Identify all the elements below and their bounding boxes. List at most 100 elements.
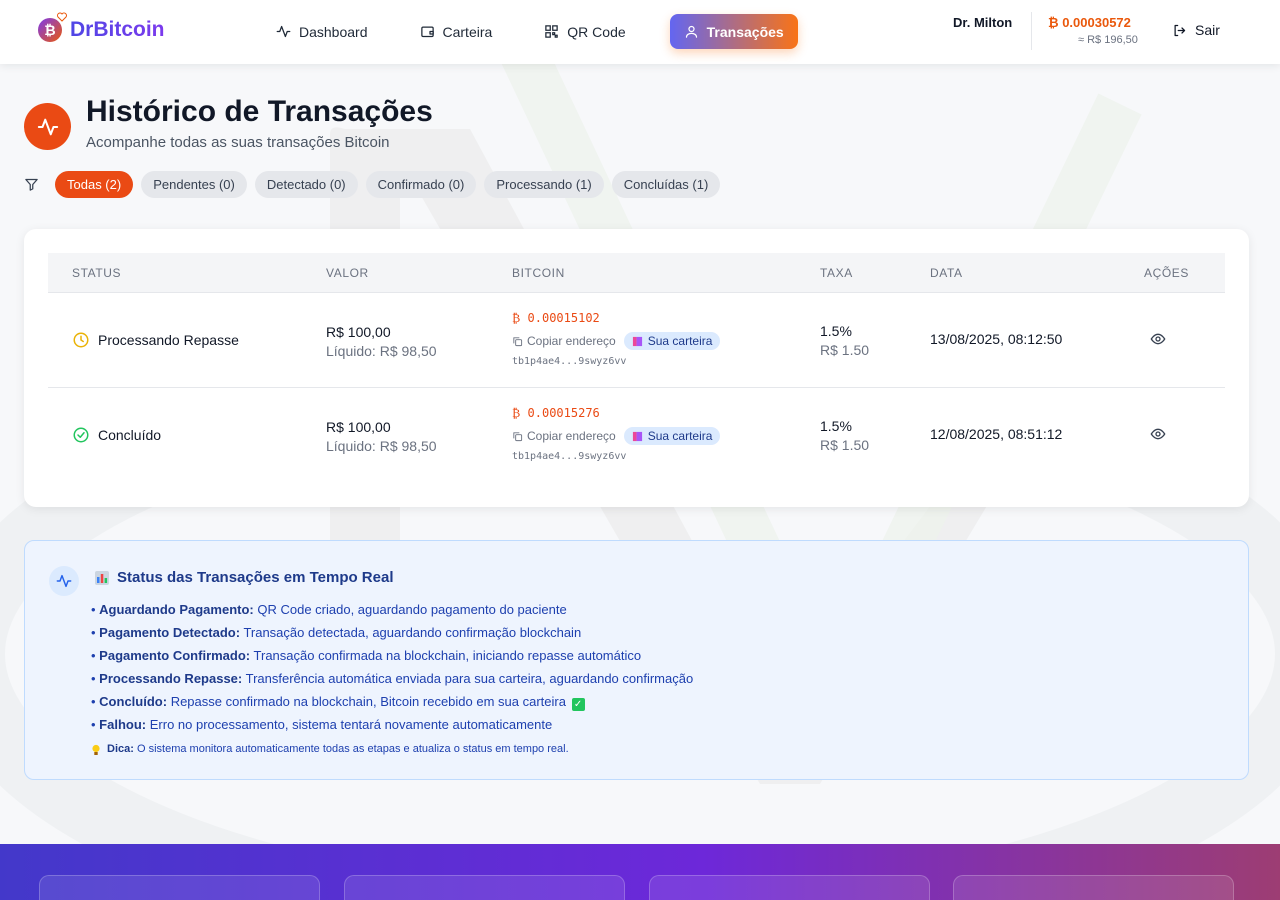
copy-icon — [513, 336, 523, 346]
info-activity-icon — [49, 566, 79, 596]
eye-icon — [1150, 333, 1166, 345]
data-cell: 13/08/2025, 08:12:50 — [930, 331, 1063, 347]
nav-qr-code[interactable]: QR Code — [530, 14, 639, 49]
filter-processando[interactable]: Processando (1) — [484, 171, 604, 198]
filter-confirmado[interactable]: Confirmado (0) — [365, 171, 477, 198]
btc-amount: ₿ 0.00015102 — [512, 311, 600, 325]
valor-amount: R$ 100,00 — [326, 324, 391, 340]
copy-address-label: Copiar endereço — [527, 429, 616, 443]
copy-address-label: Copiar endereço — [527, 334, 616, 348]
list-item-label: Processando Repasse: — [99, 671, 243, 686]
lightbulb-icon — [92, 744, 100, 755]
header-valor: VALOR — [326, 265, 369, 280]
header-divider — [1031, 12, 1032, 50]
copy-icon — [513, 431, 523, 441]
list-item-label: Concluído: — [99, 694, 168, 709]
bar-chart-icon — [95, 570, 109, 585]
page-activity-icon — [24, 103, 71, 150]
view-details-button[interactable] — [1150, 331, 1166, 352]
taxa-pct: 1.5% — [820, 418, 852, 434]
transactions-card: STATUS VALOR BITCOIN TAXA DATA AÇÕES Pro… — [24, 229, 1249, 507]
copy-address-button[interactable]: Copiar endereço — [512, 429, 616, 443]
nav-dashboard[interactable]: Dashboard — [262, 14, 382, 49]
nav-transacoes[interactable]: Transações — [669, 14, 798, 49]
transactions-table: STATUS VALOR BITCOIN TAXA DATA AÇÕES Pro… — [48, 253, 1225, 483]
valor-liquido: Líquido: R$ 98,50 — [326, 438, 437, 454]
nav-carteira[interactable]: Carteira — [406, 14, 507, 49]
tip-label: Dica: — [107, 743, 134, 755]
app-logo[interactable]: ₿ DrBitcoin — [38, 12, 165, 42]
balance-brl: ≈ R$ 196,50 — [1078, 34, 1138, 46]
valor-liquido: Líquido: R$ 98,50 — [326, 343, 437, 359]
logout-icon — [1174, 24, 1186, 36]
taxa-pct: 1.5% — [820, 323, 852, 339]
activity-icon — [276, 25, 291, 38]
bitcoin-cell: ₿ 0.00015102 Copiar endereço Sua carteir… — [512, 311, 721, 367]
list-item-label: Pagamento Detectado: — [99, 625, 241, 640]
list-item-text: Repasse confirmado na blockchain, Bitcoi… — [170, 694, 566, 709]
list-item-label: Pagamento Confirmado: — [99, 648, 251, 663]
status-cell: Concluído — [72, 426, 161, 444]
taxa-valor: R$ 1.50 — [820, 342, 870, 358]
activity-icon — [37, 118, 58, 135]
wallet-badge: Sua carteira — [623, 427, 721, 445]
list-item: • Processando Repasse: Transferência aut… — [91, 671, 694, 686]
taxa-cell: 1.5% R$ 1.50 — [820, 417, 869, 455]
list-item: • Pagamento Detectado: Transação detecta… — [91, 625, 582, 640]
user-icon — [685, 25, 697, 38]
valor-cell: R$ 100,00 Líquido: R$ 98,50 — [326, 323, 437, 361]
logout-button[interactable]: Sair — [1172, 22, 1220, 38]
btc-amount: ₿ 0.00015276 — [512, 406, 600, 420]
status-cell: Processando Repasse — [72, 331, 239, 349]
eye-icon — [1150, 428, 1166, 440]
list-item: • Pagamento Confirmado: Transação confir… — [91, 648, 642, 663]
footer-card — [953, 875, 1234, 900]
list-item-text: Erro no processamento, sistema tentará n… — [149, 717, 553, 732]
activity-icon — [56, 574, 72, 588]
app-name: DrBitcoin — [70, 18, 165, 41]
wallet-badge-label: Sua carteira — [647, 334, 713, 348]
nav-carteira-label: Carteira — [442, 23, 493, 40]
header-acoes: AÇÕES — [1144, 265, 1190, 280]
clock-icon — [73, 332, 89, 348]
balance-btc: ₿ 0.00030572 — [1048, 15, 1131, 30]
list-item-label: Aguardando Pagamento: — [99, 602, 254, 617]
filter-concluidas[interactable]: Concluídas (1) — [611, 171, 721, 198]
logout-label: Sair — [1195, 22, 1220, 38]
header-taxa: TAXA — [820, 265, 853, 280]
list-item: • Concluído: Repasse confirmado na block… — [91, 690, 693, 713]
heart-icon — [57, 12, 67, 22]
filter-detectado[interactable]: Detectado (0) — [254, 171, 358, 198]
user-name: Dr. Milton — [953, 15, 1013, 30]
btc-address: tb1p4ae4...9swyz6vv — [512, 451, 627, 462]
check-circle-icon — [73, 427, 89, 443]
nav-dashboard-label: Dashboard — [299, 23, 368, 40]
status-label: Concluído — [98, 427, 162, 443]
header-status: STATUS — [72, 265, 122, 280]
footer — [0, 844, 1280, 900]
nav-qr-code-label: QR Code — [567, 23, 626, 40]
status-label: Processando Repasse — [98, 332, 239, 348]
tip-text: O sistema monitora automaticamente todas… — [136, 743, 569, 755]
header-data: DATA — [930, 265, 963, 280]
filter-todas[interactable]: Todas (2) — [55, 171, 134, 198]
view-details-button[interactable] — [1150, 426, 1166, 447]
filter-pendentes[interactable]: Pendentes (0) — [141, 171, 247, 198]
header-bitcoin: BITCOIN — [512, 265, 565, 280]
bitcoin-cell: ₿ 0.00015276 Copiar endereço Sua carteir… — [512, 406, 721, 462]
btc-address: tb1p4ae4...9swyz6vv — [512, 356, 627, 367]
main-nav: Dashboard Carteira QR Code Transações — [262, 14, 798, 49]
list-item-label: Falhou: — [99, 717, 147, 732]
status-info-box: Status das Transações em Tempo Real • Ag… — [24, 540, 1249, 780]
list-item-text: Transação confirmada na blockchain, inic… — [253, 648, 642, 663]
info-list: • Aguardando Pagamento: QR Code criado, … — [91, 598, 693, 761]
copy-address-button[interactable]: Copiar endereço — [512, 334, 616, 348]
info-title: Status das Transações em Tempo Real — [95, 569, 394, 586]
table-row: Processando Repasse R$ 100,00 Líquido: R… — [48, 293, 1225, 388]
valor-cell: R$ 100,00 Líquido: R$ 98,50 — [326, 418, 437, 456]
top-navbar: ₿ DrBitcoin Dashboard Carteira QR Code T… — [0, 0, 1280, 64]
bookmark-icon — [632, 431, 642, 441]
valor-amount: R$ 100,00 — [326, 419, 391, 435]
footer-card — [39, 875, 320, 900]
logo-glyph: ₿ — [44, 22, 56, 38]
